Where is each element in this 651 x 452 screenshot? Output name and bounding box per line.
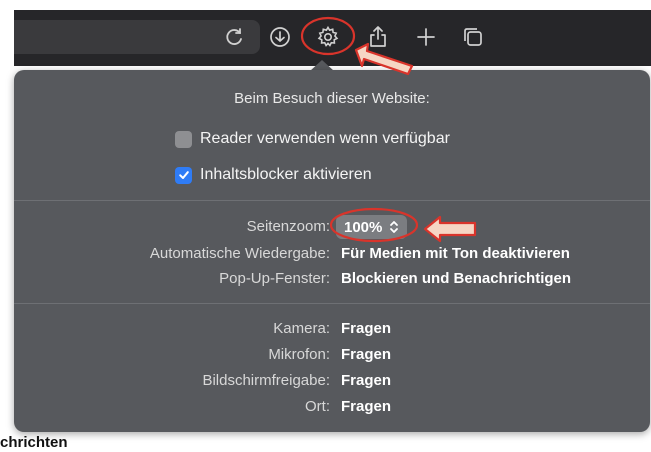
autoplay-label: Automatische Wiedergabe: — [149, 245, 330, 262]
microphone-select[interactable]: Fragen — [341, 346, 391, 363]
reader-checkbox-row[interactable]: Reader verwenden wenn verfügbar — [175, 129, 450, 149]
share-icon[interactable] — [365, 24, 391, 50]
plus-icon[interactable] — [413, 24, 439, 50]
popups-label: Pop-Up-Fenster: — [219, 270, 330, 287]
reload-icon[interactable] — [222, 24, 248, 50]
tabs-overview-icon[interactable] — [460, 24, 486, 50]
autoplay-select[interactable]: Für Medien mit Ton deaktivieren — [341, 245, 570, 262]
download-icon[interactable] — [267, 24, 293, 50]
reader-checkbox-label: Reader verwenden wenn verfügbar — [200, 130, 450, 147]
camera-label: Kamera: — [273, 320, 330, 337]
browser-toolbar — [14, 10, 651, 66]
contentblocker-checkbox-row[interactable]: Inhaltsblocker aktivieren — [175, 165, 372, 185]
microphone-label: Mikrofon: — [268, 346, 330, 363]
divider — [14, 303, 650, 304]
location-select[interactable]: Fragen — [341, 398, 391, 415]
page-zoom-select[interactable]: 100% — [336, 215, 408, 239]
page-heading-partial: chrichten — [0, 434, 68, 451]
screen-sharing-select[interactable]: Fragen — [341, 372, 391, 389]
gear-icon[interactable] — [315, 24, 341, 50]
setting-row-page-zoom: Seitenzoom: 100% — [14, 215, 650, 240]
contentblocker-checkbox-label: Inhaltsblocker aktivieren — [200, 166, 372, 183]
setting-row-popups: Pop-Up-Fenster: Blockieren und Benachric… — [14, 270, 650, 292]
permission-row-microphone: Mikrofon: Fragen — [14, 346, 650, 368]
page-zoom-value: 100% — [344, 218, 383, 236]
website-settings-popover: Beim Besuch dieser Website: Reader verwe… — [14, 70, 650, 432]
up-down-chevron-icon — [389, 220, 399, 234]
camera-select[interactable]: Fragen — [341, 320, 391, 337]
screen-sharing-label: Bildschirmfreigabe: — [202, 372, 330, 389]
reader-checkbox[interactable] — [175, 130, 192, 148]
permission-row-location: Ort: Fragen — [14, 398, 650, 420]
page-zoom-label: Seitenzoom: — [246, 218, 330, 235]
contentblocker-checkbox[interactable] — [175, 166, 192, 184]
permission-row-camera: Kamera: Fragen — [14, 320, 650, 342]
setting-row-autoplay: Automatische Wiedergabe: Für Medien mit … — [14, 245, 650, 267]
popover-title: Beim Besuch dieser Website: — [234, 90, 430, 107]
popups-select[interactable]: Blockieren und Benachrichtigen — [341, 270, 571, 287]
location-label: Ort: — [305, 398, 330, 415]
divider — [14, 200, 650, 201]
permission-row-screen-sharing: Bildschirmfreigabe: Fragen — [14, 372, 650, 394]
